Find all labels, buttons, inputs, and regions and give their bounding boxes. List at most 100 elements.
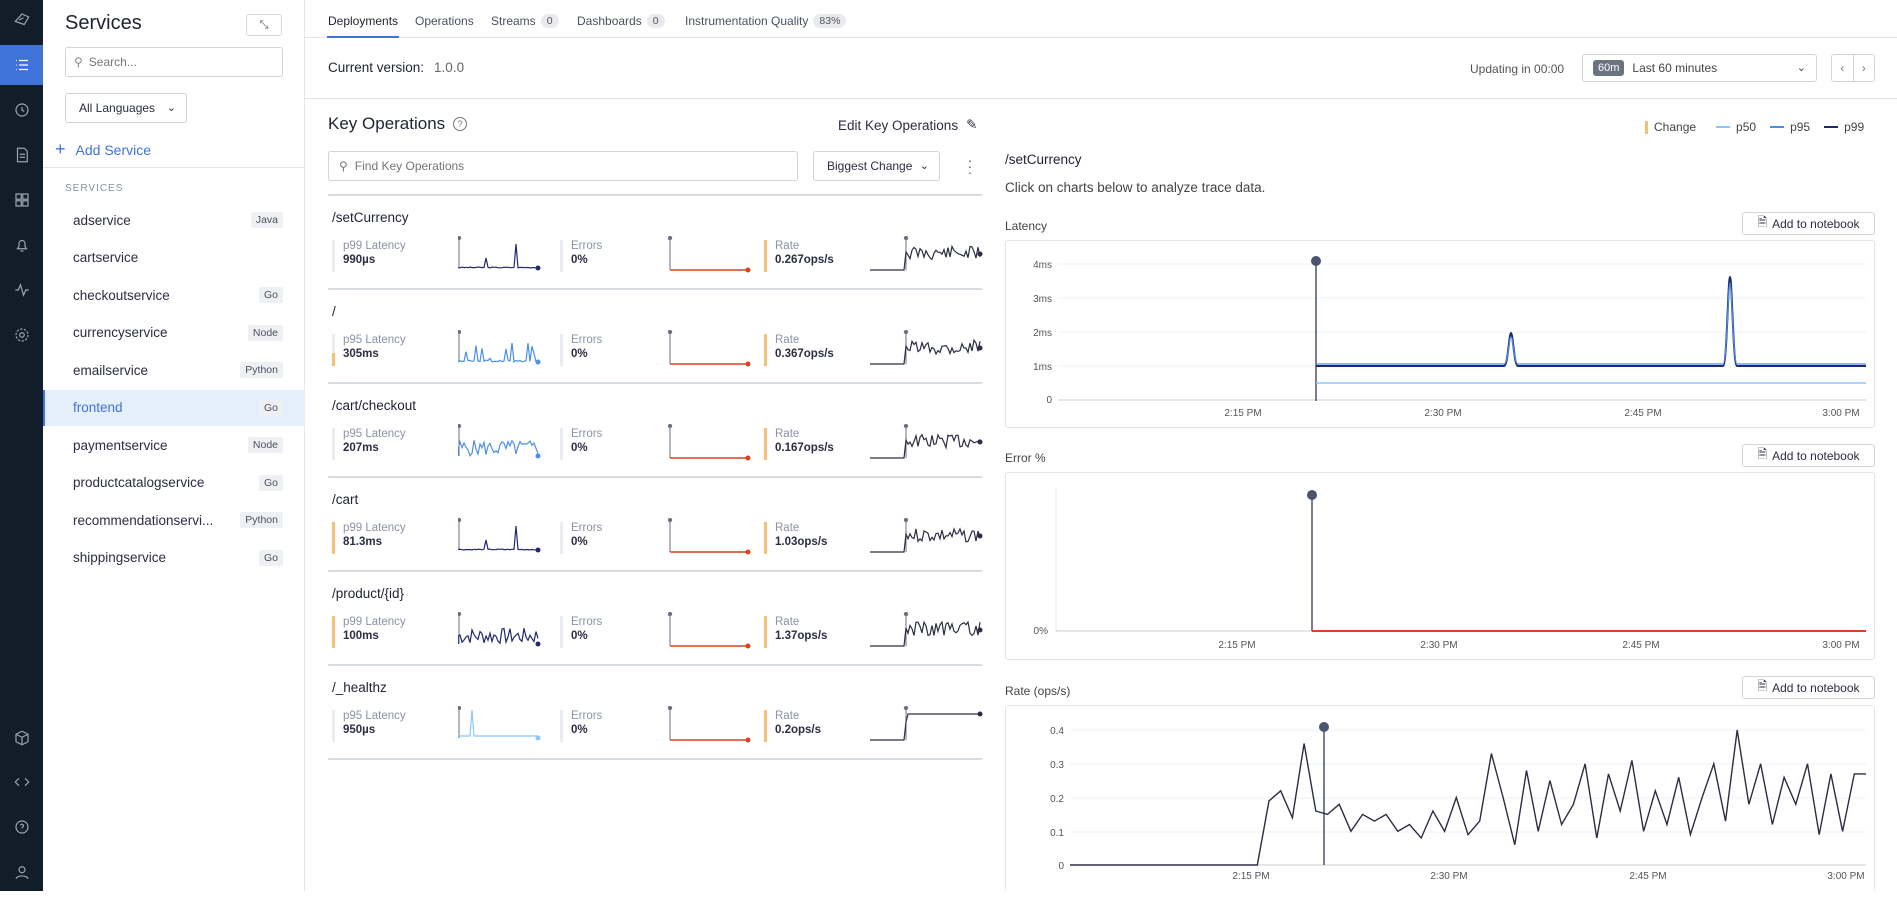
sidebar-item-7[interactable]: productcatalogservice Go [43,465,305,501]
error-chart[interactable]: 0% 2:15 PM 2:30 PM 2:45 PM 3:00 PM [1005,472,1875,660]
user-icon[interactable] [0,852,43,892]
bell-icon[interactable] [0,225,43,265]
rate-chart-svg[interactable]: 0.4 0.3 0.2 0.1 0 2:15 PM 2:30 PM 2:45 P… [1006,706,1874,892]
x-tick: 2:15 PM [1232,871,1269,882]
tab-deployments[interactable]: Deployments [328,14,398,28]
language-badge: Node [247,437,283,453]
deployment-marker-dot[interactable] [1319,722,1329,732]
tab-instrumentation-quality[interactable]: Instrumentation Quality 83% [685,14,847,28]
latency-chart[interactable]: 4ms 3ms 2ms 1ms 0 2:15 PM 2:30 PM 2:45 P… [1005,240,1875,428]
cube-icon[interactable] [0,718,43,758]
sidebar-item-9[interactable]: shippingservice Go [43,540,305,576]
key-operation-row[interactable]: /setCurrency p99 Latency 990µs Errors 0% Rate… [328,194,984,288]
latency-chart-svg[interactable]: 4ms 3ms 2ms 1ms 0 2:15 PM 2:30 PM 2:45 P… [1006,241,1874,427]
logo-icon[interactable] [0,0,43,40]
operation-name[interactable]: /cart/checkout [332,398,416,413]
latency-sparkline[interactable] [458,330,542,370]
document-icon[interactable] [0,135,43,175]
plus-icon: + [55,139,66,159]
activity-icon[interactable] [0,270,43,310]
latency-sparkline[interactable] [458,424,542,464]
sidebar-item-4[interactable]: emailservice Python [43,352,305,388]
errors-sparkline[interactable] [668,612,752,652]
tab-dashboards[interactable]: Dashboards 0 [577,14,665,28]
errors-sparkline[interactable] [668,330,752,370]
deployment-marker-dot[interactable] [1307,490,1317,500]
rate-sparkline[interactable] [870,612,984,652]
sidebar-item-6[interactable]: paymentservice Node [43,427,305,463]
key-operation-row[interactable]: /product/{id} p99 Latency 100ms Errors 0% Rat… [328,570,984,664]
key-operation-row[interactable]: / p95 Latency 305ms Errors 0% Rate 0.367ops/s [328,288,984,382]
operation-name[interactable]: /cart [332,492,358,507]
sidebar-item-8[interactable]: recommendationservi... Python [43,502,305,538]
p99-line [1316,275,1866,367]
operation-name[interactable]: /product/{id} [332,586,404,601]
add-to-notebook-button[interactable]: 🗎 Add to notebook [1742,212,1875,235]
key-operation-row[interactable]: /cart/checkout p95 Latency 207ms Errors 0% Ra… [328,382,984,476]
previous-range-button[interactable]: ‹ [1832,55,1854,81]
code-icon[interactable] [0,762,43,802]
sidebar-item-3[interactable]: currencyservice Node [43,315,305,351]
key-operation-row[interactable]: /_healthz p95 Latency 950µs Errors 0% Rate 0.2… [328,664,984,758]
time-range-select[interactable]: 60m Last 60 minutes ⌄ [1582,54,1817,82]
deployment-marker-dot[interactable] [1311,256,1321,266]
latency-sparkline[interactable] [458,236,542,276]
tab-operations[interactable]: Operations [415,14,474,28]
settings-icon[interactable] [0,315,43,355]
dashboards-icon[interactable] [0,180,43,220]
rate-chart[interactable]: 0.4 0.3 0.2 0.1 0 2:15 PM 2:30 PM 2:45 P… [1005,705,1875,891]
language-filter-dropdown[interactable]: All Languages ⌄ [65,93,187,123]
divider [328,758,982,760]
add-service-button[interactable]: + Add Service [55,139,151,160]
key-operation-row[interactable]: /cart p99 Latency 81.3ms Errors 0% Rate 1.03op… [328,476,984,570]
latency-sparkline[interactable] [458,518,542,558]
service-name: emailservice [73,362,149,378]
collapse-sidebar-button[interactable]: ⤡ [246,14,282,36]
errors-metric: Errors 0% [560,240,602,272]
errors-sparkline[interactable] [668,518,752,558]
rate-sparkline[interactable] [870,706,984,746]
key-operations-search[interactable]: ⚲ [328,151,798,181]
service-search-input[interactable] [88,55,269,69]
latency-metric: p99 Latency 100ms [332,616,406,648]
sort-dropdown[interactable]: Biggest Change ⌄ [813,151,940,181]
sidebar-item-0[interactable]: adservice Java [43,202,305,238]
operation-name[interactable]: /setCurrency [332,210,409,225]
next-range-button[interactable]: › [1854,55,1875,81]
operation-name[interactable]: / [332,304,336,319]
tab-streams[interactable]: Streams 0 [491,14,559,28]
operation-name[interactable]: /_healthz [332,680,387,695]
help-icon[interactable]: ? [453,117,468,131]
change-bar [764,240,767,272]
notebook-icon: 🗎 [1757,215,1768,229]
errors-sparkline[interactable] [668,236,752,276]
errors-sparkline[interactable] [668,424,752,464]
add-to-notebook-button[interactable]: 🗎 Add to notebook [1742,444,1875,467]
latency-sparkline[interactable] [458,706,542,746]
service-name: frontend [73,400,123,415]
rate-sparkline[interactable] [870,424,984,464]
latency-value: 207ms [343,442,379,454]
latency-sparkline[interactable] [458,612,542,652]
edit-key-operations-button[interactable]: Edit Key Operations ✎ [838,117,977,133]
rate-sparkline[interactable] [870,236,984,276]
key-operations-search-input[interactable] [354,159,755,173]
tab-label: Operations [415,14,474,28]
help-icon[interactable] [0,807,43,847]
sidebar-item-2[interactable]: checkoutservice Go [43,277,305,313]
more-options-icon[interactable]: · · · [965,153,975,179]
add-to-notebook-button[interactable]: 🗎 Add to notebook [1742,676,1875,699]
sidebar-item-1[interactable]: cartservice [43,240,305,276]
rate-sparkline[interactable] [870,518,984,558]
change-bar [332,522,335,554]
sidebar-item-5[interactable]: frontend Go [43,389,305,426]
chart-hint: Click on charts below to analyze trace d… [1005,180,1266,195]
search-icon: ⚲ [339,159,348,173]
services-icon[interactable] [0,45,43,85]
service-search[interactable]: ⚲ [65,47,283,77]
clock-icon[interactable] [0,90,43,130]
rate-sparkline[interactable] [870,330,984,370]
errors-sparkline[interactable] [668,706,752,746]
rate-value: 0.267ops/s [775,254,834,266]
error-chart-svg[interactable]: 0% 2:15 PM 2:30 PM 2:45 PM 3:00 PM [1006,473,1874,659]
